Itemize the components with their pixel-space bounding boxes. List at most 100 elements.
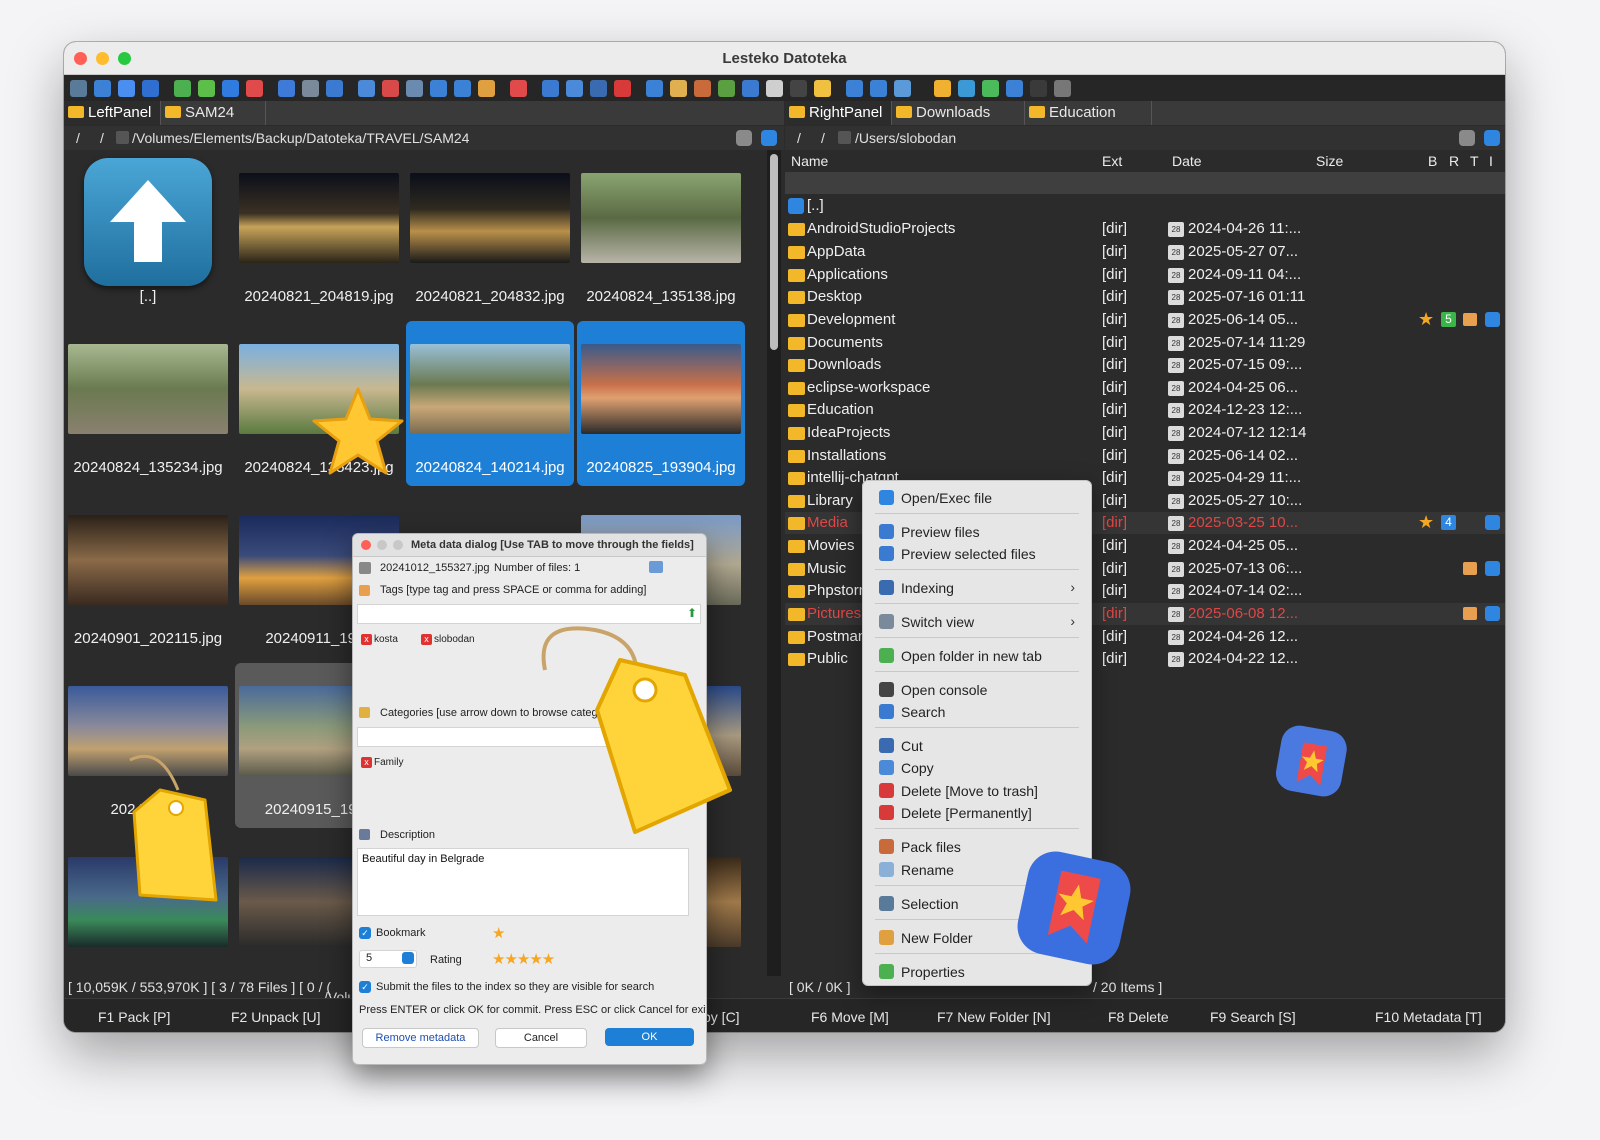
column-index[interactable]: I	[1489, 153, 1493, 169]
submit-index-checkbox[interactable]: ✓	[359, 981, 371, 993]
sync-icon[interactable]	[1459, 130, 1475, 146]
list-row[interactable]: Education [dir] 28 2024-12-23 12:...	[785, 399, 1505, 421]
menu-item-preview[interactable]: Preview files	[863, 521, 1091, 543]
thumbnail-item-selected[interactable]: 20240824_140214.jpg	[406, 321, 574, 486]
menu-item-indexing[interactable]: Indexing ›	[863, 577, 1091, 599]
left-path[interactable]: /Volumes/Elements/Backup/Datoteka/TRAVEL…	[132, 126, 469, 150]
bookmark-folder-icon[interactable]	[934, 80, 951, 97]
menu-item-open-new-tab[interactable]: Open folder in new tab	[863, 645, 1091, 667]
menu-item-cut[interactable]: Cut	[863, 735, 1091, 757]
menu-item-delete-permanently[interactable]: Delete [Permanently]	[863, 802, 1091, 824]
f10-metadata-button[interactable]: F10 Metadata [T]	[1375, 1009, 1482, 1025]
remove-metadata-button[interactable]: Remove metadata	[362, 1028, 479, 1048]
remove-tag-icon[interactable]: x	[421, 633, 432, 645]
page-icon[interactable]	[742, 80, 759, 97]
list-row[interactable]: AppData [dir] 28 2025-05-27 07...	[785, 241, 1505, 263]
menu-item-open-console[interactable]: Open console	[863, 679, 1091, 701]
menu-item-switch-view[interactable]: Switch view ›	[863, 611, 1091, 633]
thumbnail-item[interactable]: 20240821_204832.jpg	[406, 150, 574, 315]
history-icon[interactable]	[478, 80, 495, 97]
tab-rightpanel[interactable]: RightPanel	[785, 101, 892, 125]
plus-box-icon[interactable]	[670, 80, 687, 97]
clock-icon[interactable]	[510, 80, 527, 97]
arrow-left-icon[interactable]	[430, 80, 447, 97]
minus-icon[interactable]	[614, 80, 631, 97]
menu-item-open-exec[interactable]: Open/Exec file	[863, 487, 1091, 509]
menu-item-delete-trash[interactable]: Delete [Move to trash]	[863, 780, 1091, 802]
column-size[interactable]: Size	[1316, 153, 1343, 169]
fullscreen-icon[interactable]	[142, 80, 159, 97]
folder-icon[interactable]	[814, 80, 831, 97]
scrollbar-thumb[interactable]	[770, 154, 778, 350]
up-button[interactable]: /	[821, 126, 825, 150]
dropdown-icon[interactable]	[116, 131, 129, 144]
f5-copy-button[interactable]: py [C]	[703, 1009, 740, 1025]
list-row[interactable]: Development [dir] 28 2025-06-14 05... ★ 5	[785, 309, 1505, 331]
f9-search-button[interactable]: F9 Search [S]	[1210, 1009, 1296, 1025]
tree-icon[interactable]	[718, 80, 735, 97]
zoom-in-icon[interactable]	[846, 80, 863, 97]
controller-icon[interactable]	[1054, 80, 1071, 97]
cancel-button[interactable]: Cancel	[495, 1028, 587, 1048]
tag-chip[interactable]: x slobodan	[421, 633, 475, 647]
edit-icon[interactable]	[406, 80, 423, 97]
arrow-right-icon[interactable]	[454, 80, 471, 97]
thumbnail-item-selected[interactable]: 20240825_193904.jpg	[577, 321, 745, 486]
list-row[interactable]: Desktop [dir] 28 2025-07-16 01:11	[785, 286, 1505, 308]
column-rating[interactable]: R	[1449, 153, 1459, 169]
thumbnail-item[interactable]: 20240824_135138.jpg	[577, 150, 745, 315]
thumbnail-item[interactable]: 20240821_204819.jpg	[235, 150, 403, 315]
f7-new-folder-button[interactable]: F7 New Folder [N]	[937, 1009, 1051, 1025]
thumbnail-item[interactable]: [..]	[64, 150, 232, 315]
thumbnail-scrollbar[interactable]	[767, 150, 781, 976]
column-date[interactable]: Date	[1172, 153, 1202, 169]
list-row[interactable]: Downloads [dir] 28 2025-07-15 09:...	[785, 354, 1505, 376]
f6-move-button[interactable]: F6 Move [M]	[811, 1009, 889, 1025]
zoom-out-icon[interactable]	[870, 80, 887, 97]
info-icon[interactable]	[649, 561, 663, 573]
thumbnail-item[interactable]: 20240901_202115.jpg	[64, 492, 232, 657]
dropdown-icon[interactable]	[838, 131, 851, 144]
parent-row[interactable]: [..]	[785, 195, 1505, 217]
blank-icon[interactable]	[1030, 80, 1047, 97]
right-path[interactable]: /Users/slobodan	[855, 126, 956, 150]
f1-pack-button[interactable]: F1 Pack [P]	[98, 1009, 170, 1025]
refresh-icon[interactable]	[646, 80, 663, 97]
dialog-zoom-button[interactable]	[393, 540, 403, 550]
list-row[interactable]: IdeaProjects [dir] 28 2024-07-12 12:14	[785, 422, 1505, 444]
rating-spinner[interactable]: 5	[359, 950, 417, 968]
column-tags[interactable]: T	[1470, 153, 1479, 169]
f8-delete-button[interactable]: F8 Delete	[1108, 1009, 1169, 1025]
list-row[interactable]: Applications [dir] 28 2024-09-11 04:...	[785, 264, 1505, 286]
network-icon[interactable]	[118, 80, 135, 97]
document-icon[interactable]	[278, 80, 295, 97]
square-icon[interactable]	[590, 80, 607, 97]
task-icon[interactable]	[958, 80, 975, 97]
parent-arrow-icon[interactable]	[761, 130, 777, 146]
windows-icon[interactable]	[94, 80, 111, 97]
column-ext[interactable]: Ext	[1102, 153, 1122, 169]
category-chip[interactable]: x Family	[361, 756, 403, 770]
rating-stars-icon[interactable]: ★★★★★	[492, 950, 555, 968]
tag-chip[interactable]: x kosta	[361, 633, 398, 647]
eye-icon[interactable]	[326, 80, 343, 97]
up-button[interactable]: /	[100, 126, 104, 150]
sync-icon[interactable]	[736, 130, 752, 146]
remove-category-icon[interactable]: x	[361, 756, 372, 768]
list-icon[interactable]	[222, 80, 239, 97]
layout-icon[interactable]	[894, 80, 911, 97]
dialog-close-button[interactable]	[361, 540, 371, 550]
image-icon[interactable]	[1006, 80, 1023, 97]
dialog-minimize-button[interactable]	[377, 540, 387, 550]
list-row[interactable]: eclipse-workspace [dir] 28 2024-04-25 06...	[785, 377, 1505, 399]
tab-sam24[interactable]: SAM24	[161, 101, 266, 125]
bookmark-checkbox[interactable]: ✓	[359, 927, 371, 939]
menu-item-search[interactable]: Search	[863, 701, 1091, 723]
column-bookmark[interactable]: B	[1428, 153, 1437, 169]
bookmark-star-icon[interactable]: ★	[492, 924, 505, 942]
stepper-icon[interactable]	[402, 952, 414, 964]
monitor-icon[interactable]	[302, 80, 319, 97]
add-icon[interactable]	[198, 80, 215, 97]
list-row[interactable]: Installations [dir] 28 2025-06-14 02...	[785, 445, 1505, 467]
thumbnail-item[interactable]: 20240824_135234.jpg	[64, 321, 232, 486]
